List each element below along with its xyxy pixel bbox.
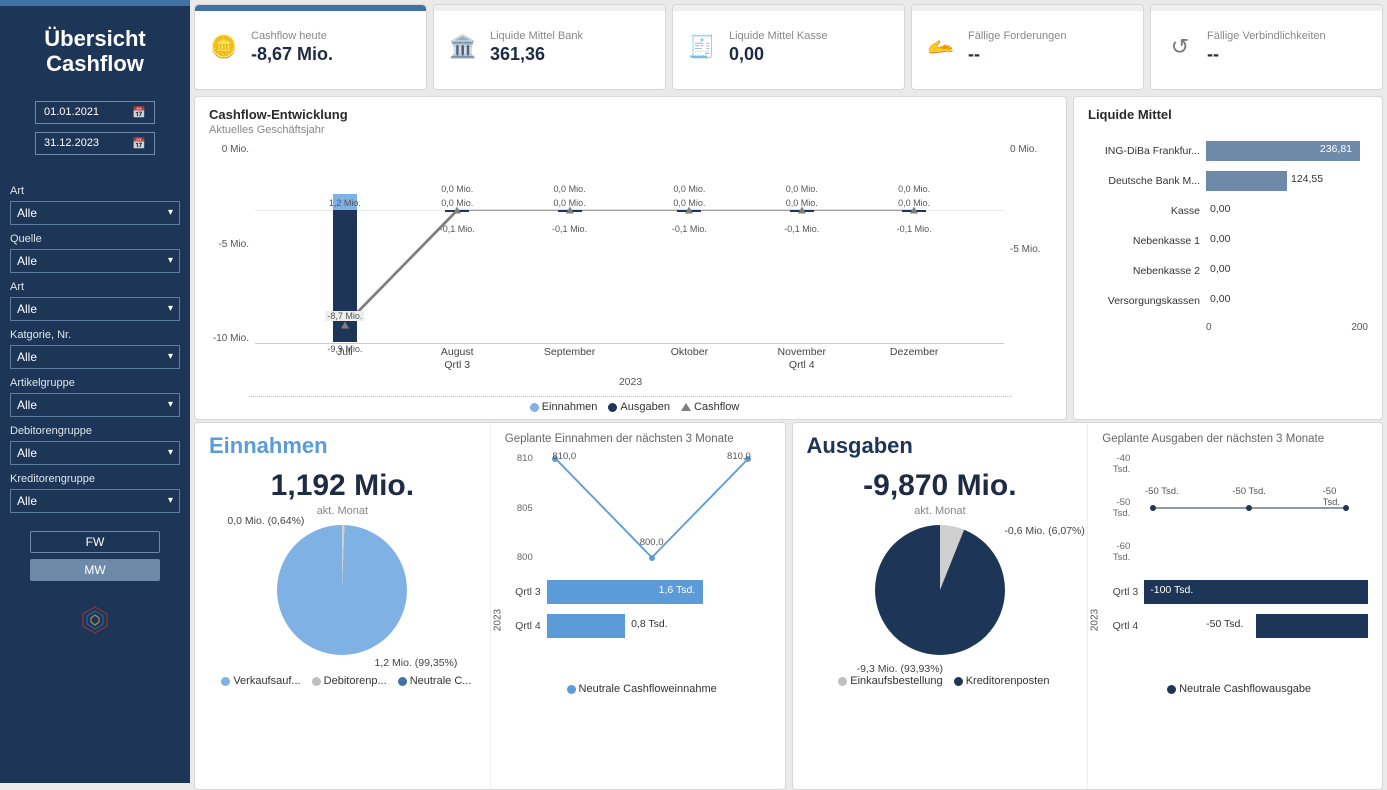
filter-label: Debitorengruppe xyxy=(10,425,180,437)
mini-legend: Neutrale Cashflowausgabe xyxy=(1102,683,1368,695)
filter-label: Art xyxy=(10,185,180,197)
kpi-cashflow-today[interactable]: 🪙 Cashflow heute-8,67 Mio. xyxy=(194,4,427,90)
liquid-funds-chart: Liquide Mittel ING-DiBa Frankfur... 236,… xyxy=(1073,96,1383,420)
date-to-value: 31.12.2023 xyxy=(44,137,99,149)
chart-subtitle: Aktuelles Geschäftsjahr xyxy=(209,124,1052,136)
ausgaben-bar-chart: 2023 Qrtl 3 -100 Tsd. Qrtl 4 -50 Tsd. xyxy=(1102,575,1368,665)
cashflow-development-chart: Cashflow-Entwicklung Aktuelles Geschäfts… xyxy=(194,96,1067,420)
mini-chart-title: Geplante Ausgaben der nächsten 3 Monate xyxy=(1102,433,1368,445)
chart-group-november: 0,0 Mio. -0,1 Mio. 0,0 Mio. xyxy=(742,144,862,343)
sidebar: Übersicht Cashflow 01.01.2021 📅 31.12.20… xyxy=(0,0,190,783)
value-subtitle: akt. Monat xyxy=(807,505,1074,517)
chart-plot-area: 1,2 Mio. -9,9 Mio. -8,7 Mio. 0,0 Mio. -0… xyxy=(255,144,1004,344)
filter-label: Art xyxy=(10,281,180,293)
calendar-icon: 📅 xyxy=(132,137,146,150)
mini-chart-title: Geplante Einnahmen der nächsten 3 Monate xyxy=(505,433,771,445)
bar-row: Kasse 0,00 xyxy=(1088,196,1368,226)
kpi-payables[interactable]: ↺ Fällige Verbindlichkeiten-- xyxy=(1150,4,1383,90)
y-axis-right: 0 Mio. -5 Mio. xyxy=(1010,144,1052,344)
kpi-row: 🪙 Cashflow heute-8,67 Mio. 🏛️ Liquide Mi… xyxy=(194,4,1383,90)
einnahmen-value: 1,192 Mio. xyxy=(209,469,476,503)
pie-legend: Verkaufsauf... Debitorenp... Neutrale C.… xyxy=(209,675,476,687)
date-from-value: 01.01.2021 xyxy=(44,106,99,118)
filter-label: Artikelgruppe xyxy=(10,377,180,389)
hand-coins-icon: 🫴 xyxy=(924,34,958,60)
chart-group-oktober: 0,0 Mio. -0,1 Mio. 0,0 Mio. xyxy=(630,144,750,343)
bar-row: Deutsche Bank M... 124,55 xyxy=(1088,166,1368,196)
history-icon: ↺ xyxy=(1163,34,1197,60)
mini-legend: Neutrale Cashfloweinnahme xyxy=(505,683,771,695)
chevron-down-icon: ▾ xyxy=(168,255,173,266)
brand-logo-icon xyxy=(80,605,110,642)
x-axis-year: 2023 xyxy=(209,376,1052,388)
filter-art-2[interactable]: Alle▾ xyxy=(10,297,180,321)
bar-row: Nebenkasse 2 0,00 xyxy=(1088,256,1368,286)
date-from-picker[interactable]: 01.01.2021 📅 xyxy=(35,101,155,124)
filter-label: Katgorie, Nr. xyxy=(10,329,180,341)
bar-row: Nebenkasse 1 0,00 xyxy=(1088,226,1368,256)
section-title: Einnahmen xyxy=(209,433,476,459)
chart-title: Liquide Mittel xyxy=(1088,107,1368,122)
chart-title: Cashflow-Entwicklung xyxy=(209,107,1052,122)
chevron-down-icon: ▾ xyxy=(168,447,173,458)
kpi-liquid-bank[interactable]: 🏛️ Liquide Mittel Bank361,36 xyxy=(433,4,666,90)
chevron-down-icon: ▾ xyxy=(168,207,173,218)
chevron-down-icon: ▾ xyxy=(168,399,173,410)
filter-quelle[interactable]: Alle▾ xyxy=(10,249,180,273)
filter-label: Quelle xyxy=(10,233,180,245)
page-title: Übersicht Cashflow xyxy=(44,26,145,77)
ausgaben-section: Ausgaben -9,870 Mio. akt. Monat -0,6 Mio… xyxy=(792,422,1384,790)
cash-register-icon: 🧾 xyxy=(685,34,719,60)
section-title: Ausgaben xyxy=(807,433,1074,459)
fw-toggle-button[interactable]: FW xyxy=(30,531,160,553)
bank-icon: 🏛️ xyxy=(446,34,480,60)
chart-group-august: 0,0 Mio. -0,1 Mio. 0,0 Mio. xyxy=(397,144,517,343)
ausgaben-value: -9,870 Mio. xyxy=(807,469,1074,503)
chevron-down-icon: ▾ xyxy=(168,495,173,506)
bar-row: Versorgungskassen 0,00 xyxy=(1088,286,1368,316)
einnahmen-bar-chart: 2023 Qrtl 3 1,6 Tsd. Qrtl 4 0,8 Tsd. xyxy=(505,575,771,665)
ausgaben-pie-chart: -0,6 Mio. (6,07%) -9,3 Mio. (93,93%) xyxy=(807,525,1074,655)
x-axis: Juli AugustQrtl 3 September Oktober Nove… xyxy=(255,346,1004,374)
coins-icon: 🪙 xyxy=(207,34,241,60)
einnahmen-line-chart: 810805800 810,0 800,0 810,0 xyxy=(505,453,771,563)
chart-group-september: 0,0 Mio. -0,1 Mio. 0,0 Mio. xyxy=(510,144,630,343)
chevron-down-icon: ▾ xyxy=(168,303,173,314)
y-axis-left: 0 Mio. -5 Mio. -10 Mio. xyxy=(209,144,249,344)
calendar-icon: 📅 xyxy=(132,106,146,119)
kpi-liquid-cash[interactable]: 🧾 Liquide Mittel Kasse0,00 xyxy=(672,4,905,90)
filter-kreditorengruppe[interactable]: Alle▾ xyxy=(10,489,180,513)
filter-debitorengruppe[interactable]: Alle▾ xyxy=(10,441,180,465)
einnahmen-pie-chart: 0,0 Mio. (0,64%) 1,2 Mio. (99,35%) xyxy=(209,525,476,655)
main-content: 🪙 Cashflow heute-8,67 Mio. 🏛️ Liquide Mi… xyxy=(190,0,1387,783)
pie-legend: Einkaufsbestellung Kreditorenposten xyxy=(807,675,1074,687)
filter-kategorie[interactable]: Alle▾ xyxy=(10,345,180,369)
filter-panel: Art Alle▾ Quelle Alle▾ Art Alle▾ Katgori… xyxy=(10,177,180,513)
chart-group-juli: 1,2 Mio. -9,9 Mio. -8,7 Mio. xyxy=(285,144,405,343)
chevron-down-icon: ▾ xyxy=(168,351,173,362)
sidebar-accent-bar xyxy=(0,0,190,6)
kpi-receivables[interactable]: 🫴 Fällige Forderungen-- xyxy=(911,4,1144,90)
filter-art-1[interactable]: Alle▾ xyxy=(10,201,180,225)
ausgaben-line-chart: -40 Tsd.-50 Tsd.-60 Tsd. -50 Tsd. -50 Ts… xyxy=(1102,453,1368,563)
date-to-picker[interactable]: 31.12.2023 📅 xyxy=(35,132,155,155)
filter-label: Kreditorengruppe xyxy=(10,473,180,485)
chart-legend: Einnahmen Ausgaben Cashflow xyxy=(209,401,1052,413)
x-axis: 0200 xyxy=(1088,322,1368,333)
chart-group-dezember: 0,0 Mio. -0,1 Mio. 0,0 Mio. xyxy=(854,144,974,343)
bar-row: ING-DiBa Frankfur... 236,81 xyxy=(1088,136,1368,166)
filter-artikelgruppe[interactable]: Alle▾ xyxy=(10,393,180,417)
mw-toggle-button[interactable]: MW xyxy=(30,559,160,581)
einnahmen-section: Einnahmen 1,192 Mio. akt. Monat 0,0 Mio.… xyxy=(194,422,786,790)
